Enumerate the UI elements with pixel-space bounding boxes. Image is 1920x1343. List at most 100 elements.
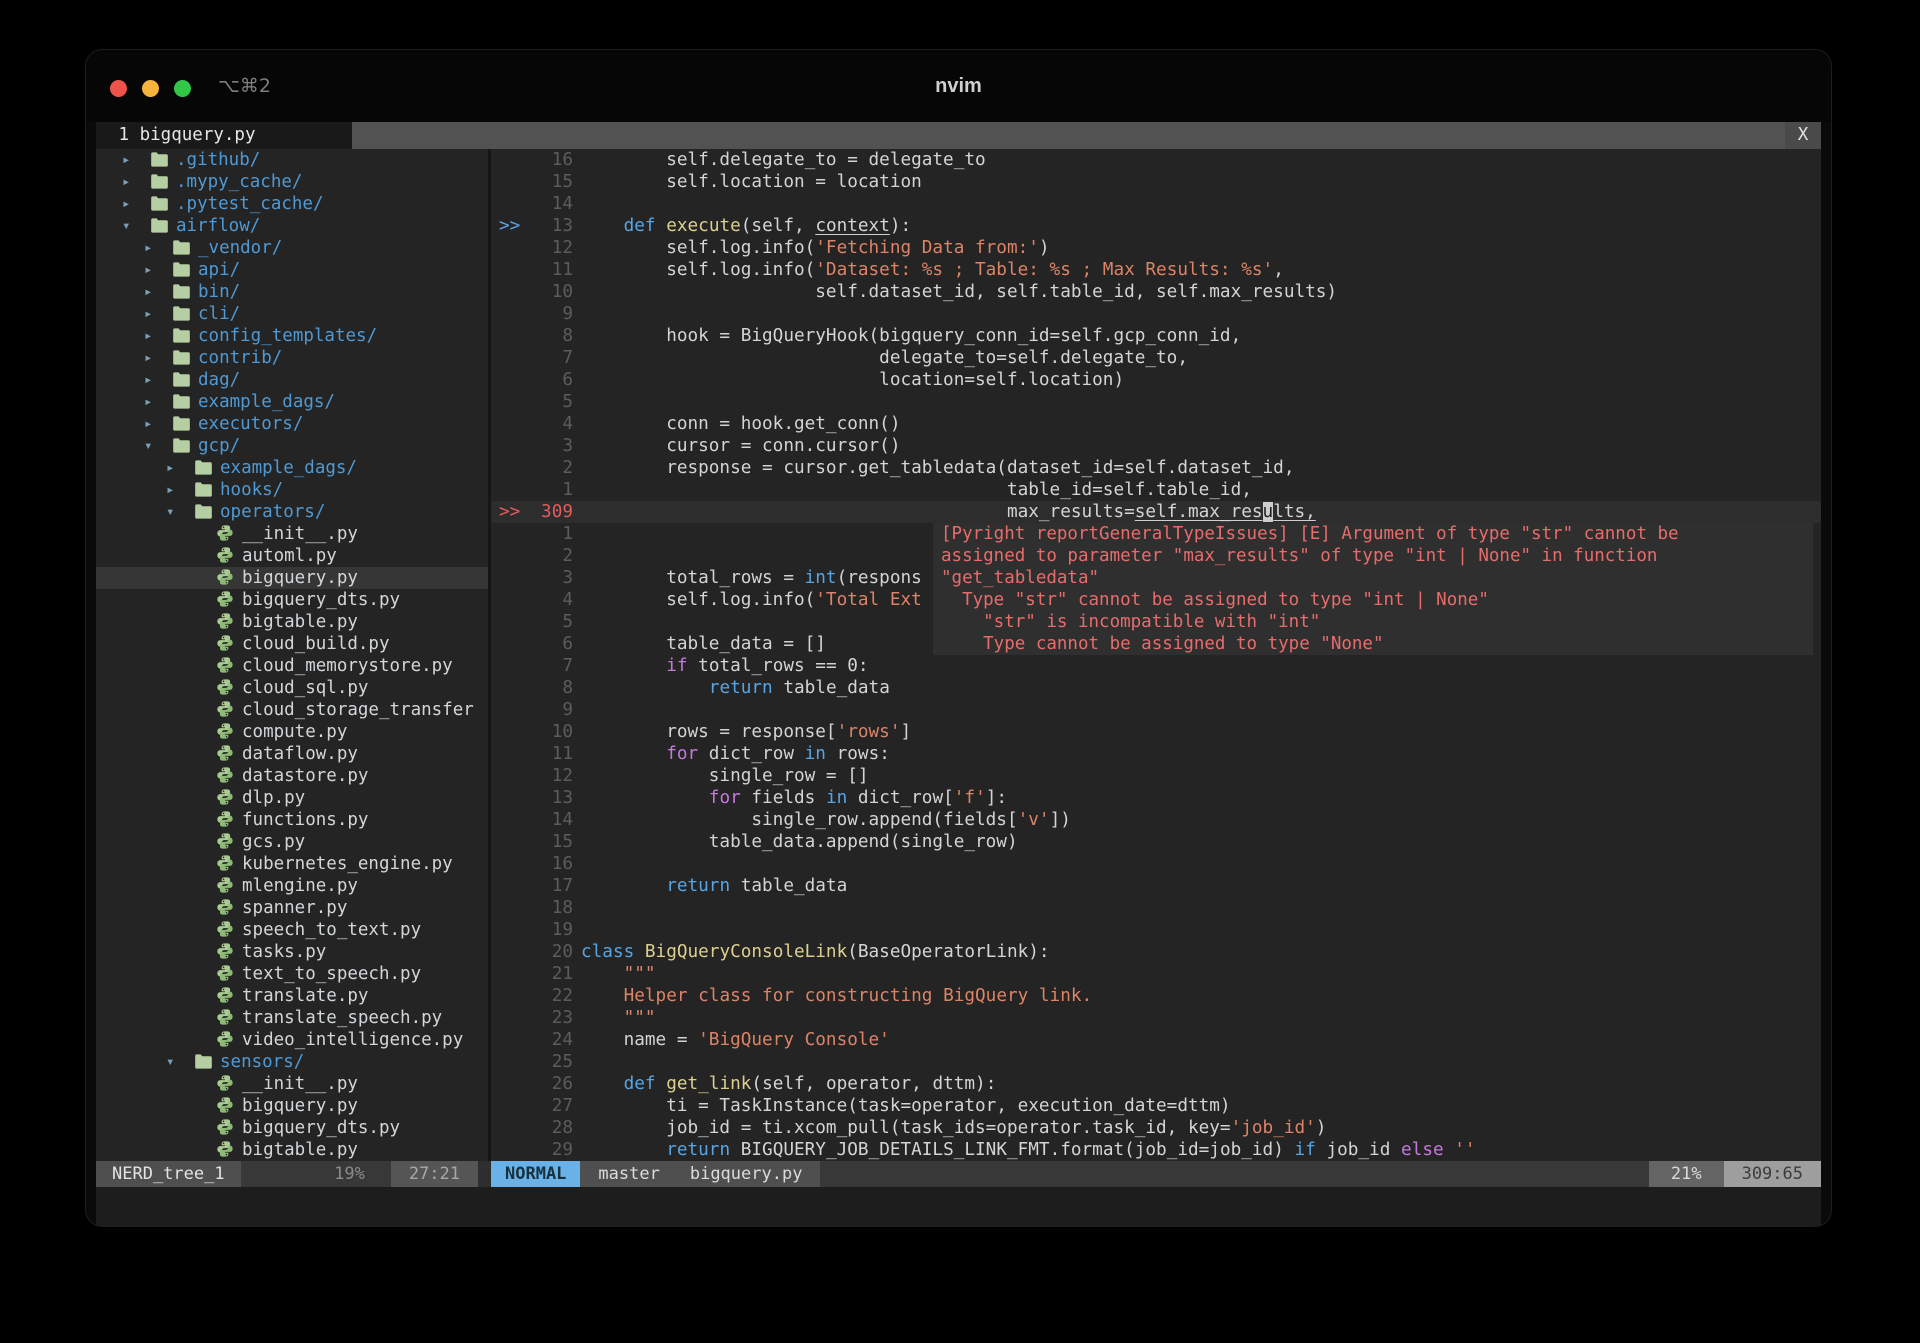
tree-item[interactable]: automl.py: [96, 545, 488, 567]
code-line[interactable]: 1 table_id=self.table_id,: [491, 479, 1821, 501]
code-line[interactable]: 22 Helper class for constructing BigQuer…: [491, 985, 1821, 1007]
tree-item[interactable]: cloud_memorystore.py: [96, 655, 488, 677]
tree-item[interactable]: spanner.py: [96, 897, 488, 919]
tree-item[interactable]: ▾gcp/: [96, 435, 488, 457]
sign-column: [491, 699, 529, 721]
code-line[interactable]: 17 return table_data: [491, 875, 1821, 897]
tree-item[interactable]: bigquery.py: [96, 567, 488, 589]
tree-item[interactable]: ▸example_dags/: [96, 391, 488, 413]
code-line[interactable]: 18: [491, 897, 1821, 919]
tree-item[interactable]: ▸dag/: [96, 369, 488, 391]
tree-item[interactable]: bigquery.py: [96, 1095, 488, 1117]
code-line[interactable]: 5: [491, 391, 1821, 413]
tree-item[interactable]: gcs.py: [96, 831, 488, 853]
tree-item[interactable]: ▸contrib/: [96, 347, 488, 369]
code-line[interactable]: 19: [491, 919, 1821, 941]
tree-item[interactable]: ▸example_dags/: [96, 457, 488, 479]
tab-bigquery[interactable]: 1 bigquery.py: [96, 122, 352, 149]
tree-item[interactable]: speech_to_text.py: [96, 919, 488, 941]
tree-item[interactable]: bigquery_dts.py: [96, 589, 488, 611]
tree-item[interactable]: tasks.py: [96, 941, 488, 963]
line-number: 6: [529, 633, 573, 655]
tree-item[interactable]: ▸bin/: [96, 281, 488, 303]
code-line[interactable]: 21 """: [491, 963, 1821, 985]
code-line[interactable]: 2 response = cursor.get_tabledata(datase…: [491, 457, 1821, 479]
tree-item[interactable]: dlp.py: [96, 787, 488, 809]
code-line[interactable]: 12 single_row = []: [491, 765, 1821, 787]
tree-item[interactable]: __init__.py: [96, 523, 488, 545]
tree-item[interactable]: bigquery_dts.py: [96, 1117, 488, 1139]
tree-item[interactable]: video_intelligence.py: [96, 1029, 488, 1051]
code-line[interactable]: 9: [491, 699, 1821, 721]
code-line[interactable]: 14: [491, 193, 1821, 215]
code-line[interactable]: 4 conn = hook.get_conn(): [491, 413, 1821, 435]
code-line[interactable]: 11 self.log.info('Dataset: %s ; Table: %…: [491, 259, 1821, 281]
code-line[interactable]: 10 self.dataset_id, self.table_id, self.…: [491, 281, 1821, 303]
code-token: table_data: [730, 876, 847, 896]
code-line[interactable]: 8 return table_data: [491, 677, 1821, 699]
tree-item[interactable]: translate.py: [96, 985, 488, 1007]
code-line[interactable]: 23 """: [491, 1007, 1821, 1029]
tree-item[interactable]: bigtable.py: [96, 1139, 488, 1161]
tree-item[interactable]: kubernetes_engine.py: [96, 853, 488, 875]
code-line[interactable]: 16 self.delegate_to = delegate_to: [491, 149, 1821, 171]
code-line[interactable]: 8 hook = BigQueryHook(bigquery_conn_id=s…: [491, 325, 1821, 347]
code-line[interactable]: 9: [491, 303, 1821, 325]
tree-item[interactable]: datastore.py: [96, 765, 488, 787]
code-line[interactable]: 10 rows = response['rows']: [491, 721, 1821, 743]
code-line[interactable]: 12 self.log.info('Fetching Data from:'): [491, 237, 1821, 259]
code-line[interactable]: 28 job_id = ti.xcom_pull(task_ids=operat…: [491, 1117, 1821, 1139]
tree-item[interactable]: ▸cli/: [96, 303, 488, 325]
tree-item[interactable]: __init__.py: [96, 1073, 488, 1095]
tree-item[interactable]: compute.py: [96, 721, 488, 743]
code-line[interactable]: 3 cursor = conn.cursor(): [491, 435, 1821, 457]
tree-item[interactable]: ▸.github/: [96, 149, 488, 171]
tree-item[interactable]: functions.py: [96, 809, 488, 831]
code-line[interactable]: 24 name = 'BigQuery Console': [491, 1029, 1821, 1051]
tree-item[interactable]: cloud_build.py: [96, 633, 488, 655]
code-line[interactable]: 15 table_data.append(single_row): [491, 831, 1821, 853]
close-icon[interactable]: X: [1785, 122, 1821, 149]
code-line[interactable]: 14 single_row.append(fields['v']): [491, 809, 1821, 831]
tree-item[interactable]: ▸.mypy_cache/: [96, 171, 488, 193]
code-line[interactable]: >>309 max_results=self.max_results,: [491, 501, 1821, 523]
tree-item[interactable]: ▸config_templates/: [96, 325, 488, 347]
sign-column: [491, 1007, 529, 1029]
tree-item[interactable]: ▾operators/: [96, 501, 488, 523]
tree-item-label: spanner.py: [242, 898, 347, 918]
tree-item[interactable]: ▸hooks/: [96, 479, 488, 501]
code-line[interactable]: 13 for fields in dict_row['f']:: [491, 787, 1821, 809]
tree-item[interactable]: ▸executors/: [96, 413, 488, 435]
code-line[interactable]: 15 self.location = location: [491, 171, 1821, 193]
tree-item[interactable]: bigtable.py: [96, 611, 488, 633]
tree-item[interactable]: ▾sensors/: [96, 1051, 488, 1073]
code-line[interactable]: 26 def get_link(self, operator, dttm):: [491, 1073, 1821, 1095]
code-line[interactable]: 25: [491, 1051, 1821, 1073]
code-token: [581, 1140, 666, 1160]
python-file-icon: [216, 655, 242, 677]
statusline: NERD_tree_1 19% 27:21 NORMAL master bigq…: [96, 1161, 1821, 1187]
tree-item[interactable]: ▸api/: [96, 259, 488, 281]
code-line[interactable]: 11 for dict_row in rows:: [491, 743, 1821, 765]
line-number: 20: [529, 941, 573, 963]
tree-item[interactable]: dataflow.py: [96, 743, 488, 765]
code-line[interactable]: 7 delegate_to=self.delegate_to,: [491, 347, 1821, 369]
code-token: self.max_res: [1135, 502, 1263, 522]
code-line[interactable]: >>13 def execute(self, context):: [491, 215, 1821, 237]
tree-item[interactable]: ▸.pytest_cache/: [96, 193, 488, 215]
code-line[interactable]: 6 location=self.location): [491, 369, 1821, 391]
code-line[interactable]: 29 return BIGQUERY_JOB_DETAILS_LINK_FMT.…: [491, 1139, 1821, 1161]
code-line[interactable]: 7 if total_rows == 0:: [491, 655, 1821, 677]
tree-item[interactable]: text_to_speech.py: [96, 963, 488, 985]
tree-item[interactable]: cloud_storage_transfer: [96, 699, 488, 721]
folder-icon: [150, 215, 176, 237]
code-line[interactable]: 20class BigQueryConsoleLink(BaseOperator…: [491, 941, 1821, 963]
tree-item[interactable]: cloud_sql.py: [96, 677, 488, 699]
command-line[interactable]: [96, 1187, 1821, 1226]
tree-item[interactable]: ▾airflow/: [96, 215, 488, 237]
tree-item[interactable]: mlengine.py: [96, 875, 488, 897]
tree-item[interactable]: ▸_vendor/: [96, 237, 488, 259]
code-line[interactable]: 16: [491, 853, 1821, 875]
tree-item[interactable]: translate_speech.py: [96, 1007, 488, 1029]
code-line[interactable]: 27 ti = TaskInstance(task=operator, exec…: [491, 1095, 1821, 1117]
